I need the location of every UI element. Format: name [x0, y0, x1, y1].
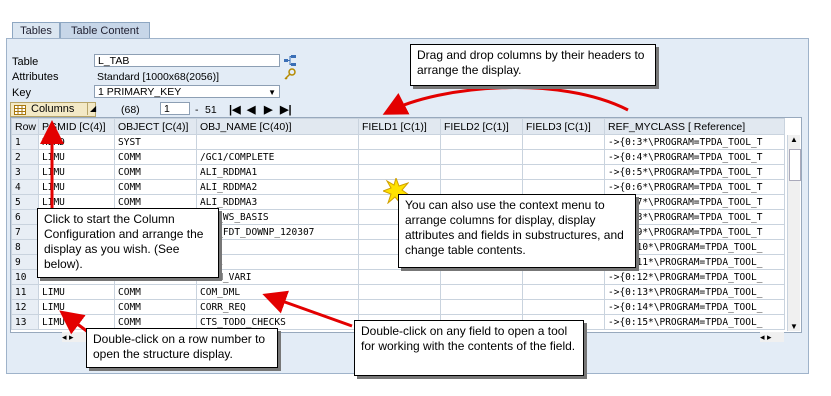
field-arrow [262, 290, 353, 328]
drag-columns-callout: Drag and drop columns by their headers t… [410, 44, 656, 86]
field-tool-callout: Double-click on any field to open a tool… [354, 320, 584, 376]
row-arrow [59, 310, 89, 335]
row-number-callout: Double-click on a row number to open the… [86, 328, 278, 368]
column-configuration-callout: Click to start the Column Configuration … [37, 208, 219, 278]
context-menu-callout: You can also use the context menu to arr… [398, 194, 636, 268]
drag-arrow [382, 86, 629, 115]
